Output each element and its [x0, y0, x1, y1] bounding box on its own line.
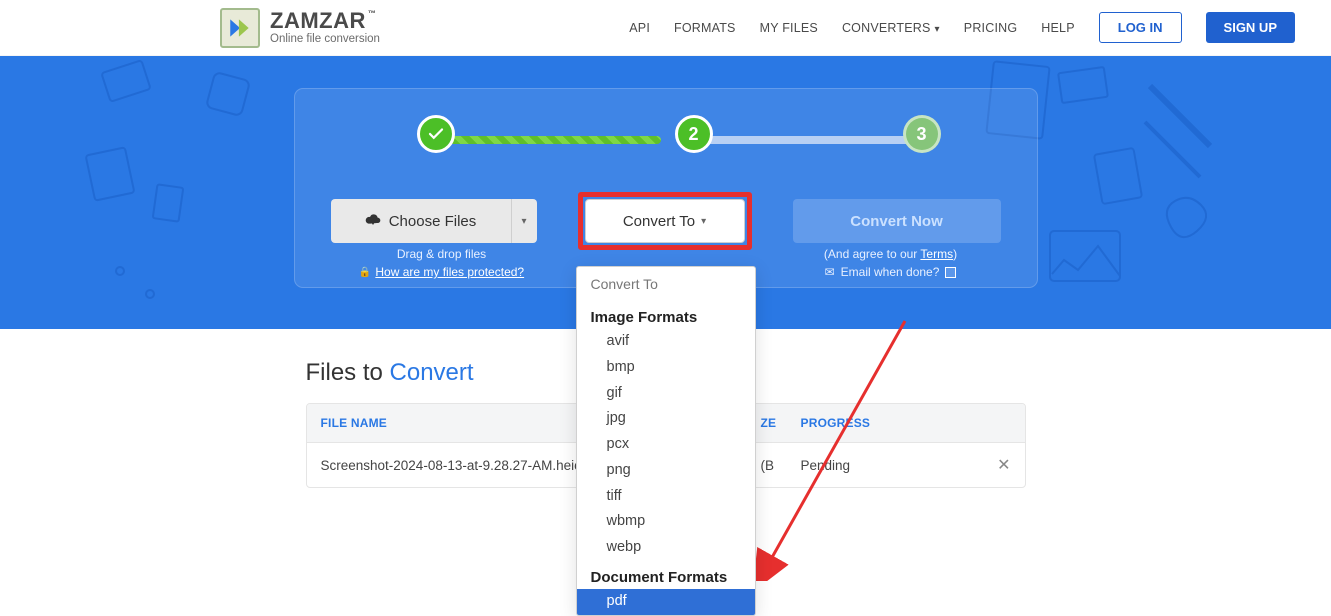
- convert-to-dropdown-button[interactable]: Convert To ▾: [585, 199, 745, 243]
- dropdown-group-image: Image Formats: [577, 301, 755, 329]
- file-size-cell: (B: [761, 458, 801, 473]
- dropdown-item[interactable]: jpg: [577, 406, 755, 432]
- hero: 2 3 Choose Files ▾ Convert To ▾ C: [0, 56, 1331, 329]
- chevron-down-icon: ▾: [701, 216, 706, 227]
- stepper: 2 3: [295, 115, 1037, 157]
- nav-links: API FORMATS MY FILES CONVERTERS PRICING …: [629, 12, 1295, 43]
- signup-button[interactable]: SIGN UP: [1206, 12, 1295, 43]
- dropdown-item[interactable]: avif: [577, 329, 755, 355]
- dropdown-search[interactable]: Convert To: [577, 267, 755, 301]
- brand-logo[interactable]: ZAMZAR Online file conversion: [220, 8, 380, 48]
- email-when-done-checkbox[interactable]: [945, 267, 956, 278]
- remove-file-button[interactable]: ✕: [997, 455, 1010, 475]
- dropdown-item-selected[interactable]: pdf: [577, 589, 755, 615]
- progress-track-1: [435, 136, 661, 144]
- choose-files-more-button[interactable]: ▾: [511, 199, 537, 243]
- nav-formats[interactable]: FORMATS: [674, 21, 736, 35]
- lock-icon: 🔒: [359, 267, 371, 278]
- convert-to-dropdown[interactable]: Convert To Image Formats avif bmp gif jp…: [576, 266, 756, 616]
- drag-drop-hint: Drag & drop files: [397, 247, 486, 261]
- dropdown-item[interactable]: wbmp: [577, 509, 755, 535]
- files-protected-link[interactable]: How are my files protected?: [375, 265, 524, 279]
- chevron-down-icon: ▾: [521, 216, 526, 227]
- nav-help[interactable]: HELP: [1041, 21, 1074, 35]
- step-1-done: [417, 115, 455, 153]
- choose-files-button[interactable]: Choose Files: [331, 199, 511, 243]
- zamzar-logo-icon: [220, 8, 260, 48]
- dropdown-item[interactable]: webp: [577, 535, 755, 561]
- step-3-upcoming: 3: [903, 115, 941, 153]
- email-when-done-label: Email when done?: [841, 265, 940, 279]
- nav-converters[interactable]: CONVERTERS: [842, 21, 940, 35]
- choose-files-label: Choose Files: [389, 213, 477, 230]
- dropdown-item[interactable]: pcx: [577, 432, 755, 458]
- check-icon: [427, 125, 445, 143]
- convert-now-button[interactable]: Convert Now: [793, 199, 1001, 243]
- dropdown-item[interactable]: bmp: [577, 355, 755, 381]
- step-2-active: 2: [675, 115, 713, 153]
- convert-to-label: Convert To: [623, 213, 695, 230]
- dropdown-group-document: Document Formats: [577, 561, 755, 589]
- mail-icon: ✉: [825, 265, 835, 279]
- navbar: ZAMZAR Online file conversion API FORMAT…: [0, 0, 1331, 56]
- converter-panel: 2 3 Choose Files ▾ Convert To ▾ C: [294, 88, 1038, 288]
- agree-terms-text: (And agree to our Terms): [824, 247, 957, 261]
- dropdown-item[interactable]: gif: [577, 381, 755, 407]
- file-progress-cell: Pending: [801, 458, 851, 473]
- col-size: ZE: [761, 416, 801, 430]
- login-button[interactable]: LOG IN: [1099, 12, 1182, 43]
- nav-pricing[interactable]: PRICING: [964, 21, 1018, 35]
- col-progress: PROGRESS: [801, 416, 1011, 430]
- brand-tagline: Online file conversion: [270, 34, 380, 46]
- dropdown-item[interactable]: png: [577, 458, 755, 484]
- cloud-upload-icon: [365, 214, 381, 228]
- nav-myfiles[interactable]: MY FILES: [760, 21, 818, 35]
- terms-link[interactable]: Terms: [920, 247, 953, 261]
- choose-files-group: Choose Files ▾: [331, 199, 537, 243]
- nav-api[interactable]: API: [629, 21, 650, 35]
- dropdown-item[interactable]: tiff: [577, 484, 755, 510]
- brand-name: ZAMZAR: [270, 10, 380, 32]
- progress-track-2: [695, 136, 921, 144]
